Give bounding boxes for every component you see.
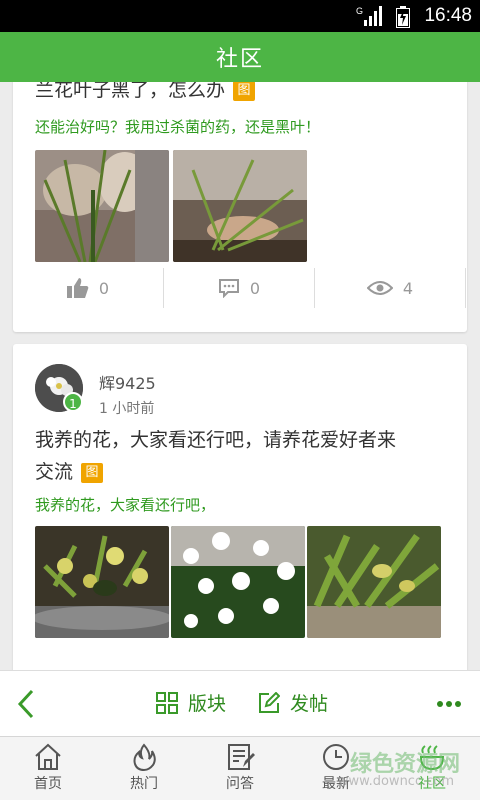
back-arrow-icon[interactable]: [14, 689, 38, 719]
battery-icon: [396, 6, 410, 28]
app-header: 社区: [0, 32, 480, 82]
tab-label: 首页: [34, 776, 62, 792]
eye-icon: [366, 281, 393, 295]
image-tag: 图: [81, 463, 104, 483]
post-feed[interactable]: 兰花叶子黑了，怎么办图 还能治好吗？我用过杀菌的药，还是黑叶！ 0 0 4 1 …: [0, 82, 480, 670]
post-title[interactable]: 兰花叶子黑了，怎么办图: [35, 82, 256, 106]
tab-label: 问答: [226, 776, 254, 792]
watermark-url: www.downcc.com: [337, 774, 454, 789]
post-image[interactable]: [35, 150, 169, 262]
status-bar: G 16:48: [0, 0, 480, 32]
new-post-button[interactable]: 发帖: [258, 689, 328, 716]
post-title-line: 交流: [35, 461, 74, 483]
post-actions: 0 0 4: [13, 268, 467, 308]
divider: [465, 268, 466, 308]
view-count: 4: [402, 278, 414, 298]
page-title: 社区: [215, 47, 264, 72]
post-toolbar: 版块 发帖: [0, 670, 480, 736]
grid-icon: [156, 691, 178, 714]
more-dots-icon[interactable]: [436, 695, 462, 713]
comment-button[interactable]: 0: [164, 268, 314, 308]
post-excerpt: 我养的花，大家看还行吧，: [35, 496, 216, 514]
post-time: 1 小时前: [99, 401, 155, 417]
tab-qa[interactable]: 问答: [192, 737, 288, 800]
post-title-line: 我养的花，大家看还行吧，请养花爱好者来: [35, 429, 397, 451]
user-level-badge: 1: [63, 392, 83, 412]
board-button[interactable]: 版块: [156, 689, 226, 716]
post-label: 发帖: [290, 693, 329, 715]
signal-icon: G: [356, 6, 382, 26]
post-image[interactable]: [173, 150, 307, 262]
comment-count: 0: [249, 278, 261, 298]
post-card[interactable]: 兰花叶子黑了，怎么办图 还能治好吗？我用过杀菌的药，还是黑叶！ 0 0 4: [13, 82, 467, 332]
post-image[interactable]: [171, 526, 305, 638]
tab-hot[interactable]: 热门: [96, 737, 192, 800]
clock-icon: [323, 744, 349, 770]
post-card[interactable]: 1 辉9425 1 小时前 我养的花，大家看还行吧，请养花爱好者来 交流图 我养…: [13, 344, 467, 670]
views-indicator: 4: [315, 268, 465, 308]
network-type: G: [356, 6, 363, 16]
like-count: 0: [98, 278, 110, 298]
tab-home[interactable]: 首页: [0, 737, 96, 800]
tab-label: 热门: [130, 776, 158, 792]
post-excerpt: 还能治好吗？我用过杀菌的药，还是黑叶！: [35, 118, 321, 136]
flame-icon: [133, 743, 156, 771]
username[interactable]: 辉9425: [99, 370, 156, 394]
post-image[interactable]: [307, 526, 441, 638]
thumbs-up-icon: [66, 278, 89, 298]
board-label: 版块: [188, 693, 227, 715]
post-title[interactable]: 我养的花，大家看还行吧，请养花爱好者来 交流图: [35, 424, 396, 488]
image-tag: 图: [233, 82, 256, 101]
comment-icon: [218, 279, 239, 298]
post-image[interactable]: [35, 526, 169, 638]
post-title-text: 兰花叶子黑了，怎么办: [35, 82, 226, 101]
document-edit-icon: [228, 744, 255, 770]
clock: 16:48: [424, 5, 472, 26]
edit-icon: [259, 691, 280, 713]
like-button[interactable]: 0: [13, 268, 163, 308]
home-icon: [35, 743, 61, 770]
